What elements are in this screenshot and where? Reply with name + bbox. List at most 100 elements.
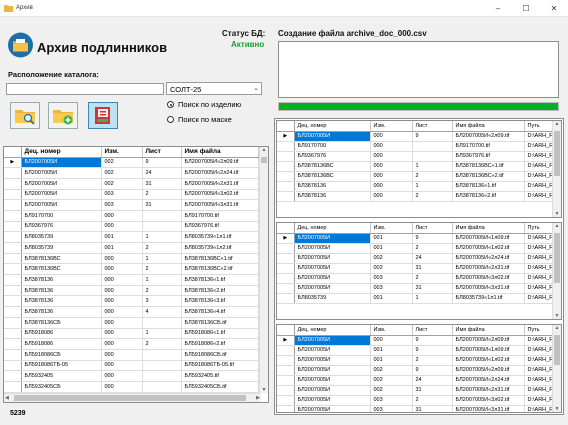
table-cell[interactable]: 000 <box>370 181 413 192</box>
table-row[interactable]: БЛ59180860001БЛ5918086«1.tifD <box>4 328 267 340</box>
table-cell[interactable] <box>142 370 182 382</box>
column-header[interactable]: Лист <box>412 325 453 336</box>
table-cell[interactable]: БЛ2007005И <box>21 157 102 169</box>
table-cell[interactable]: БЛ2007005И <box>294 385 371 396</box>
table-row[interactable]: БЛ3878136ВС 000 1 БЛ3878136ВС«1.tif D:\ARH_F <box>277 161 561 172</box>
table-cell[interactable]: 002 <box>370 263 413 274</box>
table-cell[interactable]: 9 <box>412 233 453 244</box>
table-cell[interactable] <box>142 381 182 393</box>
table-cell[interactable]: 000 <box>101 317 143 329</box>
row-header[interactable] <box>4 360 22 372</box>
table-cell[interactable]: 000 <box>101 253 143 265</box>
table-cell[interactable]: БЛ3878136ВС«1.tif <box>181 253 259 265</box>
table-row[interactable]: БЛ3878136ВС0002БЛ3878136ВС«2.tifD <box>4 263 267 276</box>
row-header[interactable] <box>277 375 295 386</box>
column-header[interactable]: Дец. номер <box>21 147 102 158</box>
row-header[interactable] <box>277 283 295 294</box>
table-cell[interactable]: 000 <box>370 171 413 182</box>
table-cell[interactable]: 000 <box>101 349 143 361</box>
table-cell[interactable]: 24 <box>412 253 453 264</box>
table-row[interactable]: БЛ9367976 000 БЛ9367976.tif D:\ARH_F <box>277 151 561 162</box>
table-cell[interactable]: 1 <box>142 253 182 265</box>
table-cell[interactable]: БЛ5932405 <box>21 370 102 382</box>
close-button[interactable]: ✕ <box>540 0 568 17</box>
table-cell[interactable]: БЛ2007005И <box>294 365 371 376</box>
row-header[interactable] <box>4 178 22 190</box>
table-cell[interactable]: БЛ2007005И«2л09.tif <box>181 157 259 169</box>
table-cell[interactable]: 000 <box>101 328 143 340</box>
table-cell[interactable]: 31 <box>412 405 453 412</box>
row-header[interactable] <box>4 328 22 340</box>
table-cell[interactable]: БЛ2007005И«1л02.tif <box>452 355 525 366</box>
table-cell[interactable]: БЛ3878136«1.tif <box>452 181 525 192</box>
table-cell[interactable]: БЛ5918086 <box>21 338 102 350</box>
row-header[interactable] <box>4 381 22 393</box>
table-row[interactable]: БЛ9170700000БЛ9170700.tifD <box>4 210 267 222</box>
table-row[interactable]: БЛ38781360004БЛ3878136«4.tifD <box>4 306 267 318</box>
table-cell[interactable]: БЛ5918086СБ.tif <box>181 349 259 361</box>
column-header[interactable]: Имя файла <box>452 121 525 132</box>
row-header[interactable] <box>4 242 22 254</box>
table-cell[interactable]: БЛ2007005И <box>294 233 371 244</box>
current-row-arrow-icon[interactable]: ▶ <box>277 233 295 244</box>
table-cell[interactable]: БЛ3878136 <box>21 306 102 318</box>
table-cell[interactable]: 000 <box>370 141 413 152</box>
result-grid-3-scrollbar[interactable]: ▲ ▼ <box>552 325 561 412</box>
table-cell[interactable]: 000 <box>101 295 143 308</box>
table-cell[interactable]: 000 <box>370 131 413 142</box>
row-header[interactable] <box>4 210 22 222</box>
maximize-button[interactable]: ☐ <box>512 0 540 17</box>
table-cell[interactable]: БЛ2007005И«3л02.tif <box>452 395 525 406</box>
table-row[interactable]: БЛ9367976000БЛ9367976.tifD <box>4 221 267 233</box>
table-cell[interactable]: БЛ5918086«1.tif <box>181 328 259 340</box>
row-header[interactable] <box>277 151 295 162</box>
table-row[interactable]: БЛ3878136 000 1 БЛ3878136«1.tif D:\ARH_F <box>277 181 561 192</box>
table-cell[interactable]: 9 <box>412 131 453 142</box>
table-cell[interactable]: БЛ2007005И«2л09.tif <box>452 131 525 142</box>
table-cell[interactable]: 31 <box>412 263 453 274</box>
row-header[interactable] <box>4 199 22 211</box>
row-header[interactable] <box>277 263 295 274</box>
table-cell[interactable] <box>142 210 182 222</box>
log-textbox[interactable] <box>278 41 559 98</box>
table-cell[interactable]: БЛ9170700.tif <box>452 141 525 152</box>
table-cell[interactable] <box>142 360 182 372</box>
table-row[interactable]: БЛ2007005И 002 31 БЛ2007005И«2л31.tif D:\ARH… <box>277 263 561 274</box>
column-header[interactable]: Дец. номер <box>294 325 371 336</box>
table-cell[interactable]: БЛ2007005И«3л02.tif <box>181 189 259 201</box>
table-row[interactable]: БЛ38781360003БЛ3878136«3.tifD <box>4 295 267 308</box>
table-cell[interactable]: БЛ3878136«1.tif <box>181 274 259 286</box>
table-cell[interactable]: 001 <box>370 243 413 254</box>
table-cell[interactable]: 1 <box>142 274 182 286</box>
main-grid-horizontal-scrollbar[interactable]: ◀ ▶ <box>4 393 261 402</box>
table-cell[interactable]: БЛ2007005И <box>294 405 371 412</box>
table-cell[interactable]: 31 <box>142 178 182 190</box>
table-cell[interactable]: 4 <box>142 306 182 318</box>
table-cell[interactable]: 000 <box>101 274 143 286</box>
table-cell[interactable]: БЛ2007005И <box>21 167 102 179</box>
product-select[interactable]: СОЛТ-25 ⌄ <box>166 82 262 95</box>
column-header[interactable]: Изм. <box>101 147 143 158</box>
table-row[interactable]: БЛ2007005И00231БЛ2007005И«2л31.tifD <box>4 178 267 190</box>
table-cell[interactable]: 002 <box>370 253 413 264</box>
table-cell[interactable]: БЛ5918086ТБ-05.tif <box>181 360 259 372</box>
table-cell[interactable]: БЛ2007005И <box>294 395 371 406</box>
table-cell[interactable]: БЛ3878136 <box>294 191 371 202</box>
table-row[interactable]: БЛ38781360002БЛ3878136«2.tifD <box>4 285 267 297</box>
row-header[interactable] <box>277 161 295 172</box>
table-cell[interactable]: 1 <box>412 293 453 304</box>
column-header[interactable]: Изм. <box>370 325 413 336</box>
table-cell[interactable]: БЛ2007005И«2л24.tif <box>181 167 259 179</box>
table-cell[interactable]: БЛ3878136ВС <box>294 171 371 182</box>
result-grid-1-scrollbar[interactable]: ▲ ▼ <box>552 121 561 217</box>
table-cell[interactable]: 002 <box>370 375 413 386</box>
table-cell[interactable]: 2 <box>412 355 453 366</box>
column-header[interactable]: Лист <box>412 223 453 234</box>
column-header[interactable]: Имя файла <box>181 147 259 158</box>
row-header[interactable] <box>4 285 22 297</box>
table-row[interactable]: ▶ БЛ2007005И 000 9 БЛ2007005И«2л09.tif D:\ARH… <box>277 335 561 346</box>
table-row[interactable]: БЛ2007005И0032БЛ2007005И«3л02.tifD <box>4 189 267 201</box>
table-cell[interactable]: БЛ2007005И <box>21 178 102 190</box>
table-cell[interactable]: БЛ2007005И«2л31.tif <box>452 385 525 396</box>
column-header[interactable]: Изм. <box>370 121 413 132</box>
